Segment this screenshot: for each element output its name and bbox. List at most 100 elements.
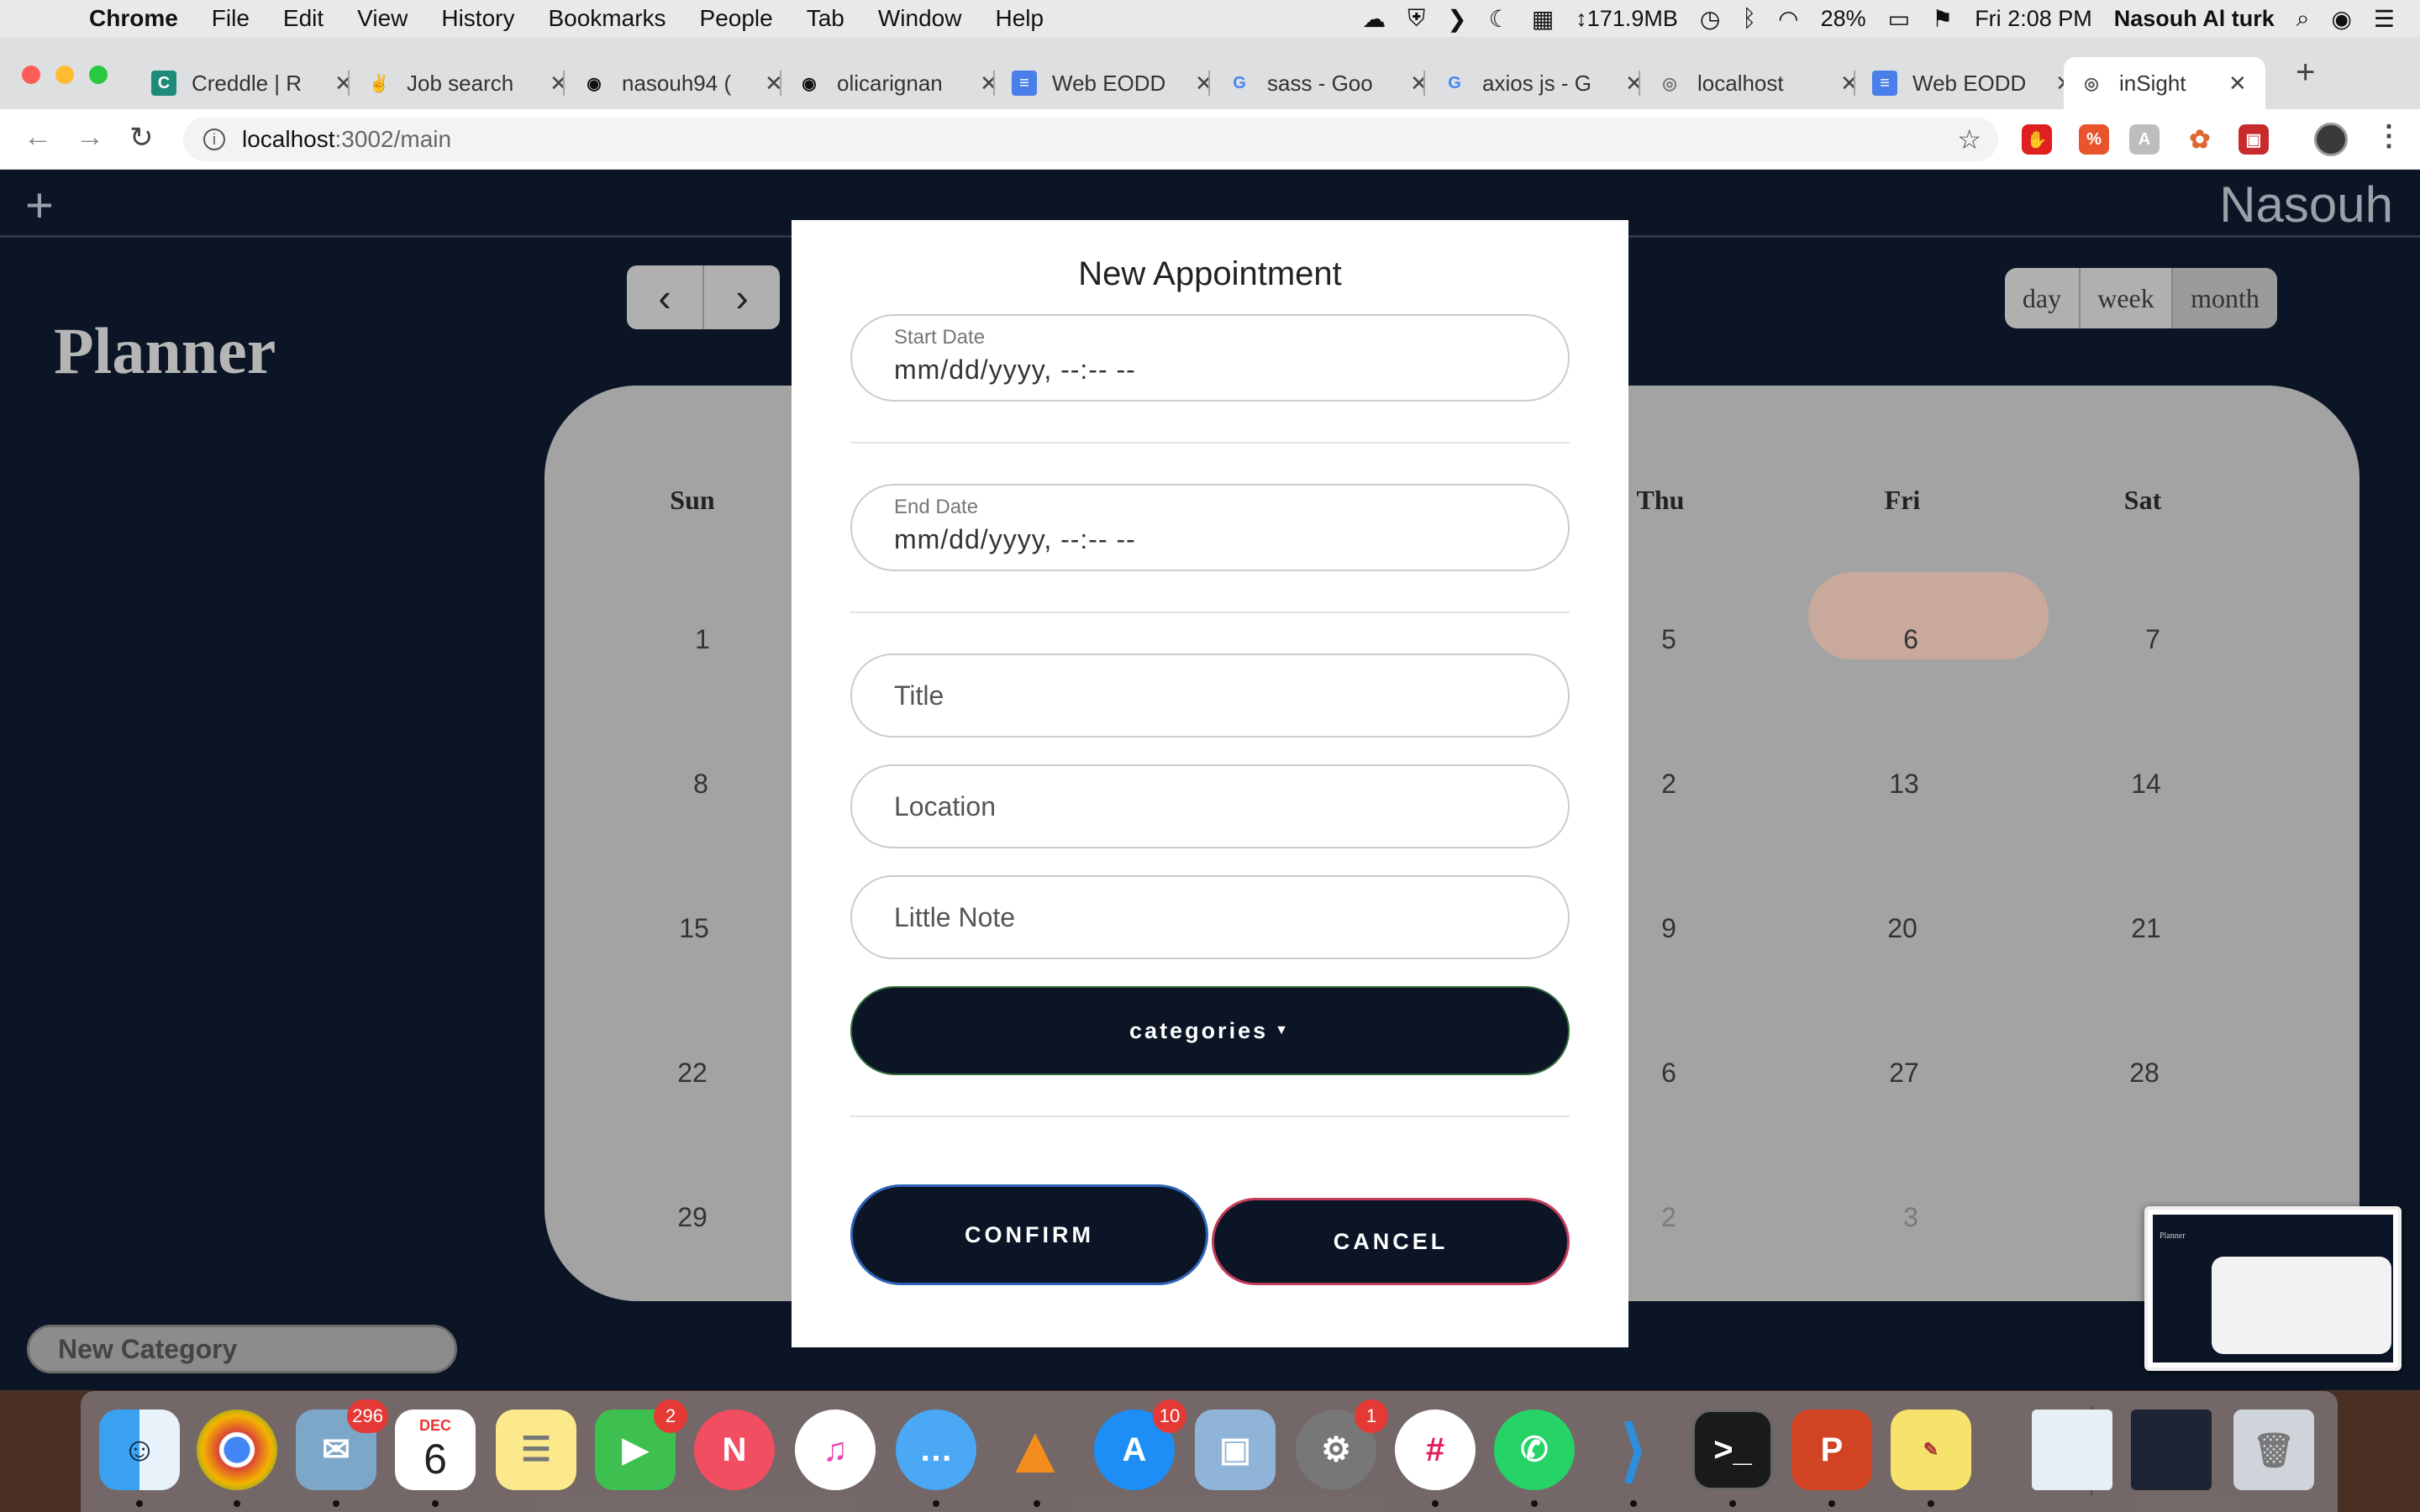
tab-close-icon[interactable]: ✕	[1195, 71, 1213, 97]
clock[interactable]: Fri 2:08 PM	[1975, 6, 2092, 32]
flag-uk-icon[interactable]: ⚑	[1932, 5, 1953, 33]
tab-job-search[interactable]: ✌ Job search ✕	[351, 57, 568, 109]
start-date-value[interactable]: mm/dd/yyyy, --:-- --	[894, 354, 1136, 386]
siri-icon[interactable]: ◉	[2331, 5, 2351, 33]
reload-icon[interactable]: ↻	[129, 121, 154, 155]
menu-tab[interactable]: Tab	[807, 5, 844, 32]
minimized-window-vscode[interactable]	[2131, 1410, 2212, 1490]
chevron-right-icon[interactable]: ❯	[1447, 5, 1466, 33]
day-cell[interactable]: 7	[2119, 624, 2186, 655]
day-cell-next-month[interactable]: 2	[1635, 1202, 1702, 1233]
view-day-button[interactable]: day	[2005, 268, 2081, 328]
bluetooth-icon[interactable]: ᛒ	[1742, 5, 1756, 32]
menu-people[interactable]: People	[700, 5, 773, 32]
menu-help[interactable]: Help	[995, 5, 1044, 32]
end-date-value[interactable]: mm/dd/yyyy, --:-- --	[894, 524, 1136, 555]
day-cell[interactable]: 20	[1869, 913, 1936, 944]
start-date-field[interactable]: Start Date mm/dd/yyyy, --:-- --	[850, 314, 1570, 402]
day-cell-today[interactable]: 6	[1877, 624, 1944, 655]
grid-icon[interactable]: ▦	[1532, 5, 1554, 33]
day-cell[interactable]: 5	[1635, 624, 1702, 655]
finder-icon[interactable]: ☺	[99, 1410, 180, 1490]
tab-close-icon[interactable]: ✕	[980, 71, 998, 97]
tab-github-olicarignan[interactable]: ◉ olicarignan ✕	[781, 57, 998, 109]
tab-web-eodd-2[interactable]: ≡ Web EODD ✕	[1857, 57, 2074, 109]
day-cell[interactable]: 22	[659, 1058, 726, 1089]
day-cell[interactable]: 28	[2111, 1058, 2178, 1089]
title-input[interactable]: Title	[850, 654, 1570, 738]
notes-icon[interactable]: ☰	[496, 1410, 576, 1490]
slack-icon[interactable]: #	[1395, 1410, 1476, 1490]
menu-file[interactable]: File	[212, 5, 250, 32]
tab-axios-google[interactable]: G axios js - G ✕	[1427, 57, 1644, 109]
menu-edit[interactable]: Edit	[283, 5, 324, 32]
memory-readout[interactable]: ↕171.9MB	[1576, 6, 1678, 32]
chrome-icon[interactable]	[197, 1410, 277, 1490]
vscode-icon[interactable]: ⟩	[1593, 1410, 1674, 1490]
tab-close-icon[interactable]: ✕	[1840, 71, 1859, 97]
end-date-field[interactable]: End Date mm/dd/yyyy, --:-- --	[850, 484, 1570, 571]
tab-close-icon[interactable]: ✕	[550, 71, 568, 97]
menu-bookmarks[interactable]: Bookmarks	[548, 5, 666, 32]
itunes-icon[interactable]: ♫	[795, 1410, 876, 1490]
zoom-window-icon[interactable]	[89, 66, 108, 84]
user-display-name[interactable]: Nasouh	[2219, 176, 2393, 234]
day-cell[interactable]: 9	[1635, 913, 1702, 944]
location-input[interactable]: Location	[850, 764, 1570, 848]
creative-cloud-icon[interactable]: ☁	[1362, 5, 1386, 33]
whatsapp-icon[interactable]: ✆	[1494, 1410, 1575, 1490]
note-input[interactable]: Little Note	[850, 875, 1570, 959]
wifi-icon[interactable]: ◠	[1778, 5, 1798, 33]
notification-center-icon[interactable]: ☰	[2374, 5, 2395, 33]
adblock-extension-icon[interactable]: ✋	[2022, 124, 2052, 155]
profile-avatar[interactable]	[2314, 123, 2348, 156]
powerpoint-icon[interactable]: P	[1791, 1410, 1872, 1490]
menu-history[interactable]: History	[441, 5, 514, 32]
url-field[interactable]: i localhost:3002/main ☆	[183, 118, 1998, 161]
view-month-button[interactable]: month	[2173, 268, 2277, 328]
chrome-menu-icon[interactable]: ⋮	[2375, 119, 2403, 153]
day-cell[interactable]: 8	[667, 769, 734, 800]
news-icon[interactable]: N	[694, 1410, 775, 1490]
prev-month-button[interactable]: ‹	[627, 265, 704, 329]
tab-github-nasouh94[interactable]: ◉ nasouh94 ( ✕	[566, 57, 783, 109]
battery-icon[interactable]: ▭	[1888, 5, 1910, 33]
facetime-icon[interactable]: ▶ 2	[595, 1399, 687, 1490]
tab-close-icon[interactable]: ✕	[1625, 71, 1644, 97]
screenshot-extension-icon[interactable]: ▣	[2238, 124, 2269, 155]
color-picker-extension-icon[interactable]: ✿	[2185, 124, 2215, 155]
screenshot-thumbnail[interactable]: Planner	[2144, 1206, 2402, 1371]
preview-icon[interactable]: ▣	[1195, 1410, 1276, 1490]
pdf-extension-icon[interactable]: %	[2079, 124, 2109, 155]
day-cell[interactable]: 21	[2112, 913, 2180, 944]
day-cell[interactable]: 13	[1870, 769, 1938, 800]
menu-app-name[interactable]: Chrome	[89, 5, 178, 32]
tab-close-icon[interactable]: ✕	[2228, 71, 2247, 97]
moon-icon[interactable]: ☾	[1489, 5, 1510, 33]
menu-window[interactable]: Window	[878, 5, 962, 32]
extension-icon[interactable]: A	[2129, 124, 2160, 155]
shield-icon[interactable]: ⛨	[1407, 5, 1425, 33]
tab-sass-google[interactable]: G sass - Goo ✕	[1212, 57, 1428, 109]
view-week-button[interactable]: week	[2081, 268, 2173, 328]
day-cell[interactable]: 2	[1635, 769, 1702, 800]
close-window-icon[interactable]	[22, 66, 40, 84]
confirm-button[interactable]: CONFIRM	[850, 1184, 1208, 1285]
terminal-icon[interactable]: >_	[1692, 1410, 1773, 1490]
day-cell[interactable]: 1	[669, 624, 736, 655]
day-cell[interactable]: 29	[659, 1202, 726, 1233]
system-preferences-icon[interactable]: ⚙ 1	[1296, 1399, 1388, 1490]
add-button[interactable]: +	[25, 177, 54, 234]
user-name[interactable]: Nasouh Al turk	[2114, 6, 2275, 32]
calendar-icon[interactable]: DEC 6	[395, 1410, 476, 1490]
trash-icon[interactable]: 🗑	[2233, 1410, 2314, 1490]
battery-percent[interactable]: 28%	[1821, 6, 1866, 32]
minimized-window-finder[interactable]	[2032, 1410, 2112, 1490]
day-cell[interactable]: 15	[660, 913, 728, 944]
bookmark-star-icon[interactable]: ☆	[1957, 123, 1981, 155]
vlc-icon[interactable]: ▲	[995, 1410, 1076, 1490]
categories-dropdown[interactable]: categories ▼	[850, 986, 1570, 1075]
day-cell[interactable]: 14	[2112, 769, 2180, 800]
menu-view[interactable]: View	[357, 5, 408, 32]
stickies-icon[interactable]: ✎	[1891, 1410, 1971, 1490]
